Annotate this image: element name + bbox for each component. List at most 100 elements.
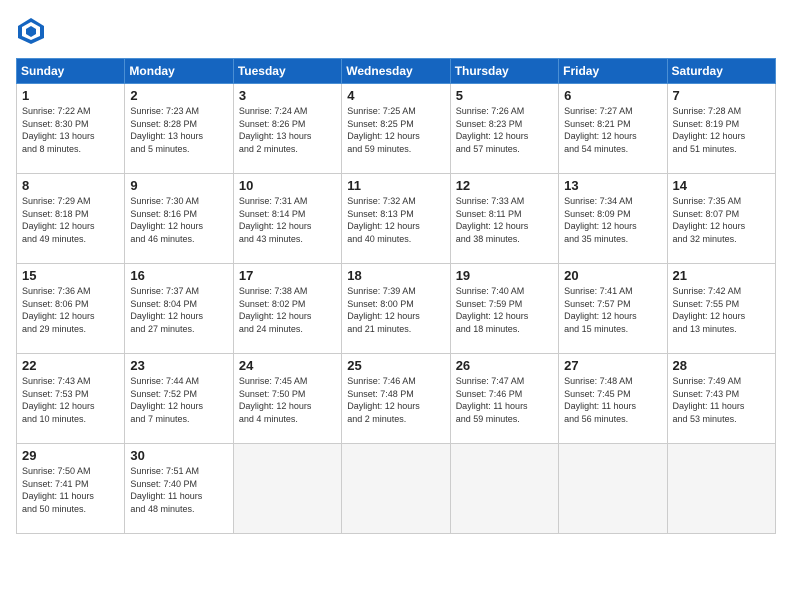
- day-number: 4: [347, 88, 444, 103]
- calendar-day-cell: 7 Sunrise: 7:28 AMSunset: 8:19 PMDaylight…: [667, 84, 775, 174]
- calendar-day-cell: 23 Sunrise: 7:44 AMSunset: 7:52 PMDayligh…: [125, 354, 233, 444]
- calendar-day-header: Saturday: [667, 59, 775, 84]
- day-number: 15: [22, 268, 119, 283]
- day-number: 10: [239, 178, 336, 193]
- day-number: 3: [239, 88, 336, 103]
- day-info: Sunrise: 7:43 AMSunset: 7:53 PMDaylight:…: [22, 375, 119, 425]
- day-info: Sunrise: 7:44 AMSunset: 7:52 PMDaylight:…: [130, 375, 227, 425]
- calendar-day-cell: 28 Sunrise: 7:49 AMSunset: 7:43 PMDayligh…: [667, 354, 775, 444]
- day-info: Sunrise: 7:40 AMSunset: 7:59 PMDaylight:…: [456, 285, 553, 335]
- calendar-day-cell: 16 Sunrise: 7:37 AMSunset: 8:04 PMDayligh…: [125, 264, 233, 354]
- calendar-day-cell: 12 Sunrise: 7:33 AMSunset: 8:11 PMDayligh…: [450, 174, 558, 264]
- calendar-day-cell: 10Sunrise: 7:31 AMSunset: 8:14 PMDayligh…: [233, 174, 341, 264]
- day-number: 5: [456, 88, 553, 103]
- calendar-day-cell: 27 Sunrise: 7:48 AMSunset: 7:45 PMDayligh…: [559, 354, 667, 444]
- calendar-day-cell: [233, 444, 341, 534]
- calendar-day-cell: 13 Sunrise: 7:34 AMSunset: 8:09 PMDayligh…: [559, 174, 667, 264]
- calendar-day-cell: 14 Sunrise: 7:35 AMSunset: 8:07 PMDayligh…: [667, 174, 775, 264]
- day-number: 17: [239, 268, 336, 283]
- calendar-day-cell: 1 Sunrise: 7:22 AMSunset: 8:30 PMDaylight…: [17, 84, 125, 174]
- day-number: 2: [130, 88, 227, 103]
- calendar-day-header: Tuesday: [233, 59, 341, 84]
- day-info: Sunrise: 7:47 AMSunset: 7:46 PMDaylight:…: [456, 375, 553, 425]
- calendar-day-header: Thursday: [450, 59, 558, 84]
- page-header: [16, 16, 776, 46]
- day-info: Sunrise: 7:46 AMSunset: 7:48 PMDaylight:…: [347, 375, 444, 425]
- day-number: 12: [456, 178, 553, 193]
- calendar-day-cell: 15 Sunrise: 7:36 AMSunset: 8:06 PMDayligh…: [17, 264, 125, 354]
- day-info: Sunrise: 7:29 AMSunset: 8:18 PMDaylight:…: [22, 195, 119, 245]
- day-number: 22: [22, 358, 119, 373]
- day-number: 9: [130, 178, 227, 193]
- calendar-day-cell: 9Sunrise: 7:30 AMSunset: 8:16 PMDaylight…: [125, 174, 233, 264]
- day-info: Sunrise: 7:22 AMSunset: 8:30 PMDaylight:…: [22, 105, 119, 155]
- calendar-day-cell: 21 Sunrise: 7:42 AMSunset: 7:55 PMDayligh…: [667, 264, 775, 354]
- day-info: Sunrise: 7:45 AMSunset: 7:50 PMDaylight:…: [239, 375, 336, 425]
- calendar-week-row: 29 Sunrise: 7:50 AMSunset: 7:41 PMDayligh…: [17, 444, 776, 534]
- calendar-day-cell: [559, 444, 667, 534]
- calendar-day-cell: 17 Sunrise: 7:38 AMSunset: 8:02 PMDayligh…: [233, 264, 341, 354]
- calendar-day-header: Monday: [125, 59, 233, 84]
- day-number: 28: [673, 358, 770, 373]
- calendar-day-cell: [667, 444, 775, 534]
- logo: [16, 16, 50, 46]
- calendar-week-row: 8Sunrise: 7:29 AMSunset: 8:18 PMDaylight…: [17, 174, 776, 264]
- calendar-day-header: Sunday: [17, 59, 125, 84]
- calendar-week-row: 1 Sunrise: 7:22 AMSunset: 8:30 PMDaylight…: [17, 84, 776, 174]
- day-number: 7: [673, 88, 770, 103]
- calendar-day-cell: 5 Sunrise: 7:26 AMSunset: 8:23 PMDaylight…: [450, 84, 558, 174]
- calendar-day-cell: 2 Sunrise: 7:23 AMSunset: 8:28 PMDaylight…: [125, 84, 233, 174]
- day-info: Sunrise: 7:49 AMSunset: 7:43 PMDaylight:…: [673, 375, 770, 425]
- calendar-day-cell: [342, 444, 450, 534]
- day-number: 30: [130, 448, 227, 463]
- logo-icon: [16, 16, 46, 46]
- calendar-day-cell: 18 Sunrise: 7:39 AMSunset: 8:00 PMDayligh…: [342, 264, 450, 354]
- calendar-day-cell: 3 Sunrise: 7:24 AMSunset: 8:26 PMDaylight…: [233, 84, 341, 174]
- calendar-week-row: 15 Sunrise: 7:36 AMSunset: 8:06 PMDayligh…: [17, 264, 776, 354]
- day-info: Sunrise: 7:51 AMSunset: 7:40 PMDaylight:…: [130, 465, 227, 515]
- calendar-day-header: Friday: [559, 59, 667, 84]
- day-info: Sunrise: 7:33 AMSunset: 8:11 PMDaylight:…: [456, 195, 553, 245]
- day-info: Sunrise: 7:28 AMSunset: 8:19 PMDaylight:…: [673, 105, 770, 155]
- day-info: Sunrise: 7:23 AMSunset: 8:28 PMDaylight:…: [130, 105, 227, 155]
- calendar-body: 1 Sunrise: 7:22 AMSunset: 8:30 PMDaylight…: [17, 84, 776, 534]
- calendar-day-cell: 6 Sunrise: 7:27 AMSunset: 8:21 PMDaylight…: [559, 84, 667, 174]
- day-number: 25: [347, 358, 444, 373]
- calendar-day-cell: 11 Sunrise: 7:32 AMSunset: 8:13 PMDayligh…: [342, 174, 450, 264]
- calendar-day-cell: 20Sunrise: 7:41 AMSunset: 7:57 PMDayligh…: [559, 264, 667, 354]
- calendar-day-cell: 26Sunrise: 7:47 AMSunset: 7:46 PMDayligh…: [450, 354, 558, 444]
- day-info: Sunrise: 7:35 AMSunset: 8:07 PMDaylight:…: [673, 195, 770, 245]
- day-info: Sunrise: 7:34 AMSunset: 8:09 PMDaylight:…: [564, 195, 661, 245]
- day-number: 13: [564, 178, 661, 193]
- day-number: 27: [564, 358, 661, 373]
- day-info: Sunrise: 7:50 AMSunset: 7:41 PMDaylight:…: [22, 465, 119, 515]
- calendar-day-cell: 8Sunrise: 7:29 AMSunset: 8:18 PMDaylight…: [17, 174, 125, 264]
- day-number: 14: [673, 178, 770, 193]
- day-number: 29: [22, 448, 119, 463]
- calendar-day-cell: [450, 444, 558, 534]
- day-info: Sunrise: 7:32 AMSunset: 8:13 PMDaylight:…: [347, 195, 444, 245]
- day-info: Sunrise: 7:26 AMSunset: 8:23 PMDaylight:…: [456, 105, 553, 155]
- calendar-day-cell: 29 Sunrise: 7:50 AMSunset: 7:41 PMDayligh…: [17, 444, 125, 534]
- calendar-day-cell: 25 Sunrise: 7:46 AMSunset: 7:48 PMDayligh…: [342, 354, 450, 444]
- day-info: Sunrise: 7:38 AMSunset: 8:02 PMDaylight:…: [239, 285, 336, 335]
- day-info: Sunrise: 7:39 AMSunset: 8:00 PMDaylight:…: [347, 285, 444, 335]
- day-info: Sunrise: 7:37 AMSunset: 8:04 PMDaylight:…: [130, 285, 227, 335]
- calendar-header-row: SundayMondayTuesdayWednesdayThursdayFrid…: [17, 59, 776, 84]
- day-info: Sunrise: 7:41 AMSunset: 7:57 PMDaylight:…: [564, 285, 661, 335]
- day-number: 16: [130, 268, 227, 283]
- calendar-day-header: Wednesday: [342, 59, 450, 84]
- day-info: Sunrise: 7:48 AMSunset: 7:45 PMDaylight:…: [564, 375, 661, 425]
- day-number: 6: [564, 88, 661, 103]
- day-info: Sunrise: 7:27 AMSunset: 8:21 PMDaylight:…: [564, 105, 661, 155]
- day-number: 19: [456, 268, 553, 283]
- day-number: 18: [347, 268, 444, 283]
- day-number: 21: [673, 268, 770, 283]
- day-number: 11: [347, 178, 444, 193]
- day-number: 1: [22, 88, 119, 103]
- calendar-day-cell: 30 Sunrise: 7:51 AMSunset: 7:40 PMDayligh…: [125, 444, 233, 534]
- day-info: Sunrise: 7:36 AMSunset: 8:06 PMDaylight:…: [22, 285, 119, 335]
- day-info: Sunrise: 7:42 AMSunset: 7:55 PMDaylight:…: [673, 285, 770, 335]
- day-number: 23: [130, 358, 227, 373]
- day-info: Sunrise: 7:24 AMSunset: 8:26 PMDaylight:…: [239, 105, 336, 155]
